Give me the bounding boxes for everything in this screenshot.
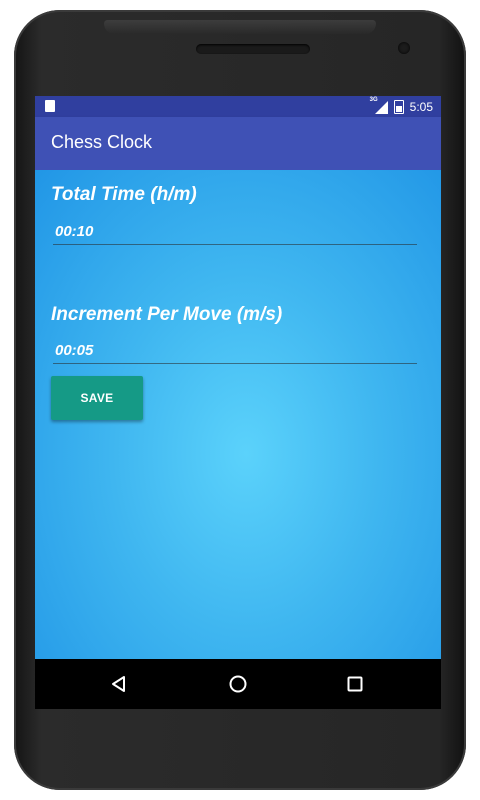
settings-form: Total Time (h/m) 00:10 Increment Per Mov… (35, 170, 441, 659)
sd-card-icon (45, 100, 55, 112)
signal-bars (374, 100, 388, 114)
device-screen: 3G 5:05 Chess Clock Total Time (h/m) 00:… (35, 96, 441, 709)
earpiece-speaker (196, 44, 310, 54)
recents-icon[interactable] (341, 670, 369, 698)
increment-label: Increment Per Move (m/s) (51, 304, 283, 325)
app-bar: Chess Clock (35, 117, 441, 170)
increment-value: 00:05 (55, 342, 94, 359)
total-time-input[interactable]: 00:10 (53, 218, 417, 245)
signal-icon: 3G (370, 97, 388, 114)
phone-top-edge (104, 20, 376, 34)
navigation-bar (35, 659, 441, 709)
total-time-label: Total Time (h/m) (51, 184, 197, 205)
front-camera (398, 42, 410, 54)
back-icon[interactable] (105, 670, 133, 698)
status-indicators: 3G 5:05 (370, 97, 433, 115)
home-icon[interactable] (224, 670, 252, 698)
battery-icon (393, 99, 404, 114)
status-bar: 3G 5:05 (35, 96, 441, 117)
status-time: 5:05 (409, 99, 433, 114)
total-time-value: 00:10 (55, 223, 94, 240)
increment-input[interactable]: 00:05 (53, 337, 417, 364)
save-button[interactable]: SAVE (51, 376, 143, 420)
app-title: Chess Clock (51, 132, 153, 152)
